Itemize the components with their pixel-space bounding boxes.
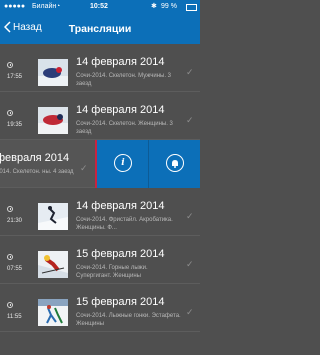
bell-icon: [165, 154, 184, 172]
check-icon: ✓: [80, 163, 88, 173]
broadcast-list[interactable]: 17:55 14 февраля 2014 Сочи-2014. Скелето…: [0, 44, 200, 355]
status-time: 10:52: [90, 3, 108, 10]
item-date: февраля 2014: [0, 152, 70, 164]
list-item[interactable]: 11:55 15 февраля 2014 Сочи-2014. Лыжные …: [0, 284, 200, 332]
item-description: Сочи-2014. Скелетон. Женщины. 3 заезд: [76, 121, 173, 135]
swipe-actions: i: [95, 140, 200, 188]
check-icon: ✓: [186, 259, 194, 269]
battery-percent: 99 %: [161, 3, 177, 10]
item-description: Сочи-2014. Горные лыжи. Супергигант. Жен…: [76, 265, 148, 279]
item-time: 11:55: [7, 314, 22, 320]
item-date: 15 февраля 2014: [76, 296, 165, 308]
battery-icon: [186, 4, 197, 11]
list-item[interactable]: 17:55 14 февраля 2014 Сочи-2014. Скелето…: [0, 44, 200, 92]
list-item-swiped[interactable]: февраля 2014 2014. Скелетон. ны. 4 заезд…: [0, 140, 200, 188]
clock-icon: [7, 254, 13, 260]
item-thumbnail: [38, 59, 68, 86]
item-thumbnail: [38, 107, 68, 134]
status-bar: ●●●●● Билайн ◔ 10:52 ✱ 99 %: [0, 0, 200, 14]
check-icon: ✓: [186, 211, 194, 221]
check-icon: ✓: [186, 307, 194, 317]
list-item[interactable]: 21:30 14 февраля 2014 Сочи-2014. Фристай…: [0, 188, 200, 236]
item-description: Сочи-2014. Лыжные гонки. Эстафета. Женщи…: [76, 313, 181, 327]
check-icon: ✓: [186, 67, 194, 77]
item-description: Сочи-2014. Скелетон. Мужчины. 3 заезд: [76, 73, 172, 87]
item-thumbnail: [38, 299, 68, 326]
check-icon: ✓: [186, 115, 194, 125]
nav-bar: Назад Трансляции: [0, 14, 200, 44]
bluetooth-icon: ✱: [151, 3, 157, 10]
info-button[interactable]: i: [95, 140, 148, 188]
carrier-label: Билайн: [32, 3, 57, 10]
signal-icon: ●●●●●: [4, 3, 26, 10]
list-item[interactable]: 07:55 15 февраля 2014 Сочи-2014. Горные …: [0, 236, 200, 284]
reminder-button[interactable]: [147, 140, 200, 188]
item-date: 14 февраля 2014: [76, 104, 165, 116]
item-time: 21:30: [7, 218, 23, 224]
item-date: 14 февраля 2014: [76, 56, 165, 68]
info-icon: i: [114, 154, 132, 172]
item-thumbnail: [38, 203, 68, 230]
item-description: 2014. Скелетон. ны. 4 заезд: [0, 169, 74, 175]
clock-icon: [7, 206, 13, 212]
item-date: 14 февраля 2014: [76, 200, 165, 212]
item-time: 07:55: [7, 266, 23, 272]
item-time: 19:35: [7, 122, 23, 128]
item-time: 17:55: [7, 74, 23, 80]
clock-icon: [7, 302, 13, 308]
item-thumbnail: [38, 251, 68, 278]
item-description: Сочи-2014. Фристайл. Акробатика. Женщины…: [76, 217, 173, 231]
wifi-icon: ◔: [56, 3, 61, 10]
page-title: Трансляции: [68, 23, 132, 35]
clock-icon: [7, 62, 13, 68]
clock-icon: [7, 110, 13, 116]
list-item[interactable]: 19:35 14 февраля 2014 Сочи-2014. Скелето…: [0, 92, 200, 140]
item-date: 15 февраля 2014: [76, 248, 165, 260]
